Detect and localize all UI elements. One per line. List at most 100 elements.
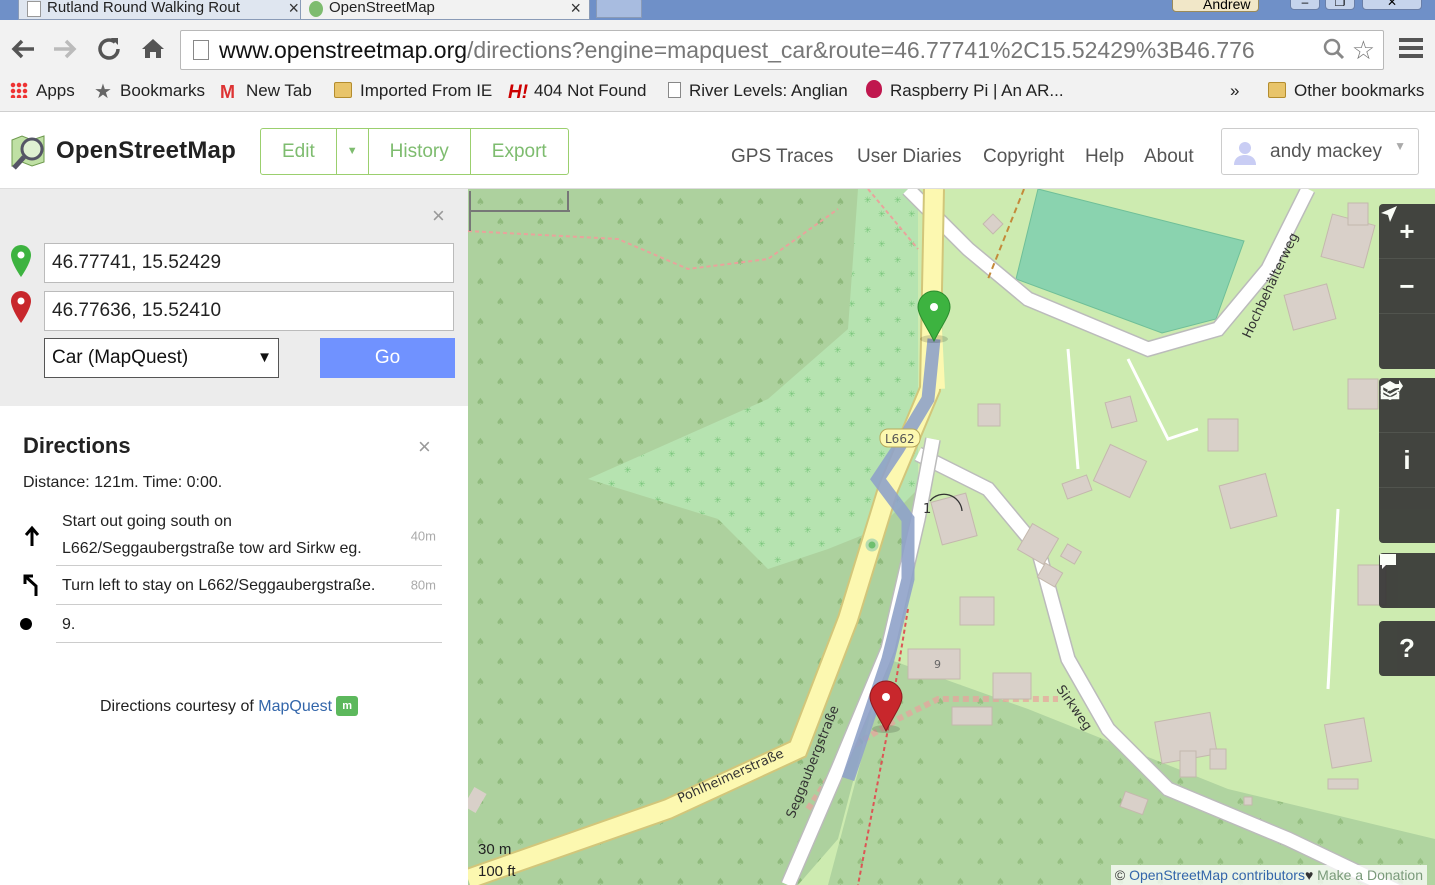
export-button[interactable]: Export bbox=[471, 129, 568, 174]
home-icon[interactable] bbox=[136, 32, 170, 66]
chevron-down-icon: ▼ bbox=[1394, 139, 1406, 153]
add-note-icon[interactable] bbox=[1379, 553, 1435, 608]
step-distance: 80m bbox=[410, 577, 436, 593]
scale-bar bbox=[469, 191, 570, 231]
tab-close-icon[interactable]: × bbox=[570, 0, 581, 20]
history-button[interactable]: History bbox=[369, 129, 471, 174]
close-window-button[interactable]: ✕ bbox=[1362, 0, 1422, 10]
close-icon[interactable]: × bbox=[418, 434, 431, 460]
zoom-controls: + − bbox=[1379, 204, 1435, 369]
tab-title: OpenStreetMap bbox=[329, 0, 435, 16]
chevron-down-icon[interactable]: ▼ bbox=[337, 129, 369, 174]
svg-text:9: 9 bbox=[934, 658, 941, 671]
bookmark-404[interactable]: H! 404 Not Found bbox=[508, 78, 646, 112]
chrome-menu-icon[interactable] bbox=[1399, 38, 1423, 60]
direction-step[interactable]: 9. bbox=[20, 605, 442, 643]
nav-link-about[interactable]: About bbox=[1144, 146, 1194, 168]
step-distance: 40m bbox=[410, 528, 436, 543]
directions-title: Directions bbox=[23, 433, 131, 458]
profile-button[interactable]: Andrew bbox=[1172, 0, 1260, 12]
edit-history-export-group: Edit ▼ History Export bbox=[260, 128, 569, 175]
minimize-button[interactable]: – bbox=[1290, 0, 1320, 10]
profile-name: Andrew bbox=[1203, 0, 1251, 12]
route-to-input[interactable]: 46.77636, 15.52410 bbox=[44, 291, 454, 331]
bookmarks-bar: Apps ★ Bookmarks M New Tab Imported From I… bbox=[0, 78, 1435, 112]
start-marker-icon[interactable] bbox=[10, 244, 32, 278]
new-tab-button[interactable] bbox=[596, 0, 642, 18]
locate-icon[interactable] bbox=[1379, 206, 1435, 369]
reload-icon[interactable] bbox=[92, 32, 126, 66]
directions-panel: Directions × Distance: 121m. Time: 0:00.… bbox=[0, 406, 468, 885]
apps-icon bbox=[10, 82, 28, 98]
help-control: ? bbox=[1379, 621, 1435, 676]
address-bar[interactable]: www.openstreetmap.org/directions?engine=… bbox=[180, 30, 1384, 70]
bookmark-other-bookmarks[interactable]: Other bookmarks bbox=[1268, 78, 1424, 112]
sidebar: × 46.77741, 15.52429 46.77636, 15.52410 … bbox=[0, 189, 468, 885]
svg-text:L662: L662 bbox=[885, 432, 915, 446]
bookmark-river-levels[interactable]: River Levels: Anglian bbox=[668, 78, 848, 112]
page-icon bbox=[668, 82, 681, 98]
step-instruction: Start out going south on L662/Seggauberg… bbox=[62, 513, 362, 557]
go-button[interactable]: Go bbox=[320, 338, 455, 378]
osm-header: OpenStreetMap Edit ▼ History Export GPS … bbox=[0, 112, 1435, 189]
restore-button[interactable]: ❐ bbox=[1325, 0, 1355, 10]
map-view[interactable]: ♠ ♠ ✳ ✳ bbox=[468, 189, 1435, 885]
browser-tab-active[interactable]: OpenStreetMap × bbox=[300, 0, 590, 20]
edit-button[interactable]: Edit bbox=[261, 129, 337, 174]
bookmarks-overflow-button[interactable]: » bbox=[1230, 78, 1239, 112]
browser-tab[interactable]: Rutland Round Walking Rout × bbox=[18, 0, 308, 20]
routing-engine-value: Car (MapQuest) bbox=[52, 347, 189, 368]
avatar bbox=[1234, 142, 1256, 165]
user-name: andy mackey bbox=[1270, 141, 1382, 162]
map-canvas[interactable]: ♠ ♠ ✳ ✳ bbox=[468, 189, 1435, 885]
user-menu[interactable]: andy mackey ▼ bbox=[1221, 128, 1419, 175]
folder-icon bbox=[1268, 82, 1286, 98]
h-icon: H! bbox=[508, 82, 529, 103]
nav-link-gps-traces[interactable]: GPS Traces bbox=[731, 146, 833, 168]
info-icon[interactable]: i bbox=[1379, 433, 1435, 488]
back-icon[interactable] bbox=[6, 32, 40, 66]
bookmark-imported-from-ie[interactable]: Imported From IE bbox=[334, 78, 492, 112]
mapquest-logo-icon[interactable]: m bbox=[336, 696, 359, 716]
bookmark-apps[interactable]: Apps bbox=[10, 78, 75, 112]
end-marker-icon[interactable] bbox=[10, 290, 32, 324]
attribution-link[interactable]: OpenStreetMap contributors bbox=[1129, 867, 1305, 883]
nav-link-help[interactable]: Help bbox=[1085, 146, 1124, 168]
zoom-out-button[interactable]: − bbox=[1379, 259, 1435, 314]
route-from-input[interactable]: 46.77741, 15.52429 bbox=[44, 243, 454, 283]
routing-engine-select[interactable]: Car (MapQuest) ▼ bbox=[44, 338, 279, 378]
page-icon bbox=[27, 1, 41, 17]
map-attribution: © OpenStreetMap contributors♥ Make a Don… bbox=[1110, 865, 1427, 885]
scale-metric: 30 m bbox=[478, 841, 512, 858]
nav-link-copyright[interactable]: Copyright bbox=[983, 146, 1064, 168]
osm-favicon-icon bbox=[309, 1, 323, 17]
direction-step[interactable]: Start out going south on L662/Seggauberg… bbox=[24, 506, 442, 566]
tab-close-icon[interactable]: × bbox=[288, 0, 299, 20]
dropdown-arrow-icon: ▼ bbox=[257, 349, 272, 366]
bookmark-star-icon[interactable]: ☆ bbox=[1352, 35, 1375, 66]
destination-dot-icon bbox=[20, 617, 32, 630]
help-icon[interactable]: ? bbox=[1379, 621, 1435, 676]
url-text[interactable]: www.openstreetmap.org/directions?engine=… bbox=[219, 31, 1319, 69]
forward-icon[interactable] bbox=[48, 32, 82, 66]
search-icon[interactable] bbox=[1323, 37, 1345, 67]
close-icon[interactable]: × bbox=[432, 203, 445, 229]
bookmark-bookmarks[interactable]: ★ Bookmarks bbox=[94, 78, 205, 112]
browser-tab-strip: Rutland Round Walking Rout × OpenStreetM… bbox=[0, 0, 1435, 20]
share-icon[interactable] bbox=[1379, 380, 1435, 543]
directions-courtesy: Directions courtesy of MapQuest m bbox=[100, 696, 359, 716]
raspberry-icon bbox=[866, 80, 882, 98]
site-title[interactable]: OpenStreetMap bbox=[56, 137, 236, 165]
mapquest-link[interactable]: MapQuest bbox=[258, 698, 332, 715]
bookmark-raspberry-pi[interactable]: Raspberry Pi | An AR... bbox=[866, 78, 1064, 112]
bookmark-new-tab[interactable]: M New Tab bbox=[220, 78, 312, 112]
nav-link-user-diaries[interactable]: User Diaries bbox=[857, 146, 962, 168]
donate-link[interactable]: Make a Donation bbox=[1313, 867, 1423, 883]
layer-controls: i bbox=[1379, 378, 1435, 543]
folder-icon bbox=[334, 82, 352, 98]
turn-left-icon bbox=[20, 573, 44, 597]
direction-step[interactable]: Turn left to stay on L662/Seggaubergstra… bbox=[23, 566, 442, 605]
route-form: × 46.77741, 15.52429 46.77636, 15.52410 … bbox=[0, 189, 468, 406]
svg-text:1: 1 bbox=[923, 502, 931, 517]
osm-logo-icon[interactable] bbox=[10, 132, 50, 172]
